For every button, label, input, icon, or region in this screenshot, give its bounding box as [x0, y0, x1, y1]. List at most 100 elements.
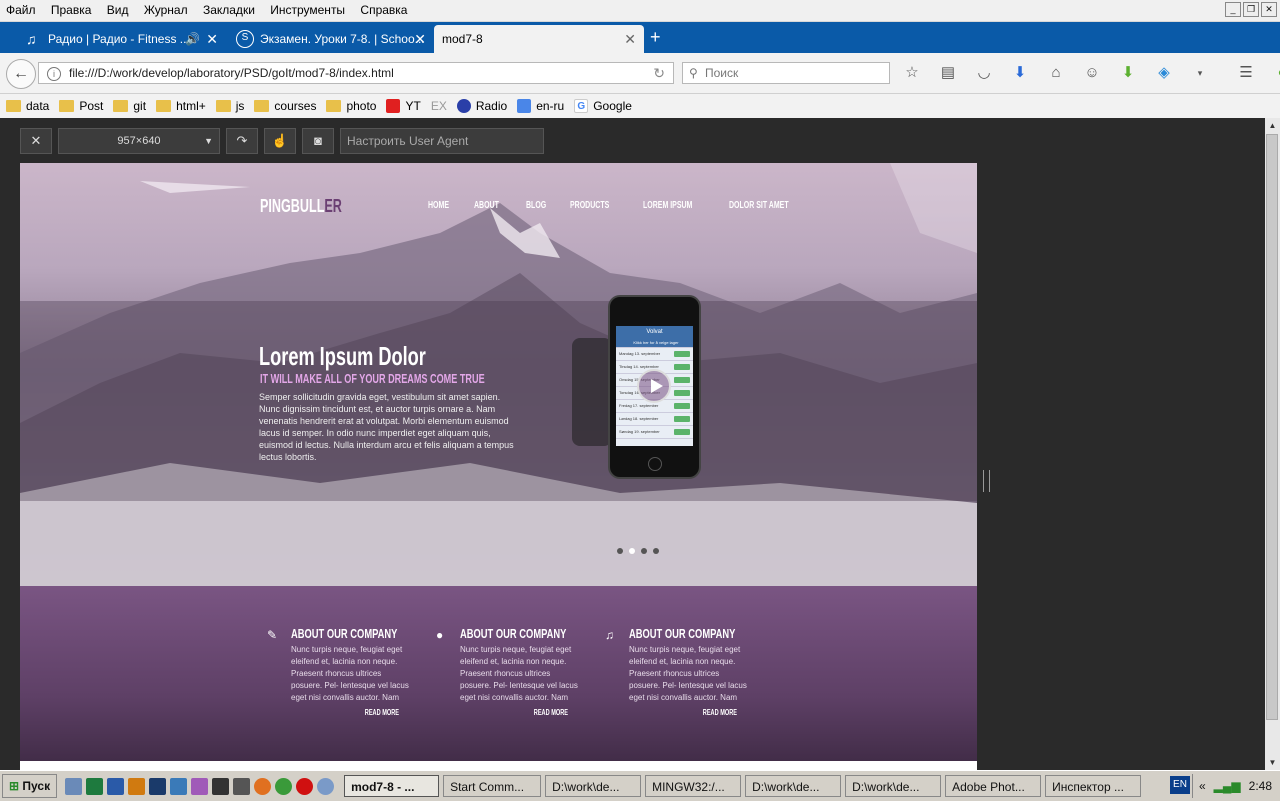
excel-icon[interactable]: [86, 777, 104, 795]
cmd-icon[interactable]: [212, 777, 230, 795]
scroll-up-icon[interactable]: ▲: [1265, 118, 1280, 133]
smiley-icon[interactable]: ☺: [1080, 62, 1104, 84]
menu-bookmarks[interactable]: Закладки: [197, 0, 261, 20]
vertical-scrollbar[interactable]: ▲ ▼: [1265, 118, 1280, 770]
bookmark-yt[interactable]: YT: [386, 99, 421, 113]
scrollbar-thumb[interactable]: [1266, 134, 1278, 720]
task-firefox[interactable]: mod7-8 - ...: [344, 775, 440, 797]
reload-icon[interactable]: ↻: [653, 63, 665, 83]
site-bottom-strip: [20, 761, 977, 770]
slider-dot-active[interactable]: [629, 548, 635, 554]
download-icon[interactable]: ⬇: [1008, 62, 1032, 84]
slider-dot[interactable]: [641, 548, 647, 554]
bookmark-courses[interactable]: courses: [254, 99, 316, 113]
status-icon[interactable]: ●: [1270, 62, 1280, 84]
close-tab-icon[interactable]: ✕: [414, 31, 426, 48]
network-icon[interactable]: [317, 777, 335, 795]
speaker-icon[interactable]: 🔊: [185, 32, 200, 46]
close-tab-icon[interactable]: ✕: [206, 31, 218, 48]
bookmark-post[interactable]: Post: [59, 99, 103, 113]
back-button[interactable]: ←: [6, 59, 36, 89]
nav-lorem-ipsum[interactable]: LOREM IPSUM: [643, 200, 692, 211]
task-photoshop[interactable]: Adobe Phot...: [945, 775, 1042, 797]
user-agent-input[interactable]: Настроить User Agent: [340, 128, 544, 154]
pocket-icon[interactable]: ◡: [972, 62, 996, 84]
bookmark-git[interactable]: git: [113, 99, 146, 113]
resize-handle[interactable]: [983, 470, 990, 492]
git-icon[interactable]: [191, 777, 209, 795]
photoshop-icon[interactable]: [149, 777, 167, 795]
info-icon[interactable]: i: [47, 67, 61, 81]
desktop-icon[interactable]: [65, 777, 83, 795]
close-window-icon[interactable]: ✕: [1261, 2, 1277, 17]
close-tab-icon[interactable]: ✕: [624, 31, 636, 48]
chrome-icon[interactable]: [275, 777, 293, 795]
bookmark-html[interactable]: html+: [156, 99, 206, 113]
python-icon[interactable]: [170, 777, 188, 795]
slider-dot[interactable]: [617, 548, 623, 554]
menu-history[interactable]: Журнал: [138, 0, 194, 20]
menu-view[interactable]: Вид: [101, 0, 135, 20]
nav-home[interactable]: HOME: [428, 200, 449, 211]
nav-about[interactable]: ABOUT: [474, 200, 499, 211]
illustrator-icon[interactable]: [128, 777, 146, 795]
read-more-link[interactable]: READ MORE: [492, 708, 568, 717]
bookmark-star-icon[interactable]: ☆: [900, 62, 924, 84]
dropdown-icon[interactable]: ▾: [1188, 62, 1212, 84]
bookmark-photo[interactable]: photo: [326, 99, 376, 113]
bookmark-ex[interactable]: EX: [431, 99, 447, 113]
tab-radio[interactable]: ♫ Радио | Радио - Fitness ... 🔊 ✕: [18, 25, 226, 53]
new-tab-button[interactable]: +: [650, 27, 661, 48]
task-explorer[interactable]: D:\work\de...: [745, 775, 842, 797]
home-icon[interactable]: ⌂: [1044, 62, 1068, 84]
slider-dot[interactable]: [653, 548, 659, 554]
viewport-size-select[interactable]: 957×640 ▼: [58, 128, 220, 154]
console-icon[interactable]: [233, 777, 251, 795]
extension-icon[interactable]: ◈: [1152, 62, 1176, 84]
menu-help[interactable]: Справка: [354, 0, 413, 20]
menu-file[interactable]: Файл: [0, 0, 42, 20]
minimize-icon[interactable]: _: [1225, 2, 1241, 17]
restore-icon[interactable]: ❐: [1243, 2, 1259, 17]
read-more-link[interactable]: READ MORE: [323, 708, 399, 717]
hamburger-menu-icon[interactable]: ☰: [1234, 62, 1258, 84]
firefox-icon[interactable]: [254, 777, 272, 795]
read-more-link[interactable]: READ MORE: [661, 708, 737, 717]
opera-icon[interactable]: [296, 777, 314, 795]
scroll-down-icon[interactable]: ▼: [1265, 755, 1280, 770]
language-indicator[interactable]: EN: [1170, 776, 1190, 794]
screenshot-button[interactable]: ◙: [302, 128, 334, 154]
url-bar[interactable]: i file:///D:/work/develop/laboratory/PSD…: [38, 62, 674, 84]
search-input[interactable]: ⚲ Поиск: [682, 62, 890, 84]
window-controls: _ ❐ ✕: [1225, 2, 1277, 17]
task-explorer[interactable]: D:\work\de...: [545, 775, 642, 797]
tab-mod7-8[interactable]: mod7-8 ✕: [434, 25, 644, 53]
network-signal-icon[interactable]: ▂▄▆: [1214, 779, 1241, 793]
task-start-comm[interactable]: Start Comm...: [443, 775, 542, 797]
clock[interactable]: 2:48: [1249, 779, 1272, 793]
menu-edit[interactable]: Правка: [45, 0, 98, 20]
clipboard-icon[interactable]: ▤: [936, 62, 960, 84]
bookmark-en-ru[interactable]: en-ru: [517, 99, 564, 113]
bookmark-radio[interactable]: Radio: [456, 99, 507, 113]
nav-products[interactable]: PRODUCTS: [570, 200, 609, 211]
nav-dolor-sit-amet[interactable]: DOLOR SIT AMET: [729, 200, 789, 211]
bookmark-google[interactable]: G Google: [574, 99, 632, 113]
touch-button[interactable]: ☝: [264, 128, 296, 154]
rotate-button[interactable]: ↷: [226, 128, 258, 154]
tab-exam[interactable]: S Экзамен. Уроки 7-8. | Schoo... ✕: [228, 25, 434, 53]
start-button[interactable]: ⊞ Пуск: [2, 774, 58, 798]
play-icon[interactable]: [637, 369, 671, 403]
bookmark-js[interactable]: js: [215, 99, 244, 113]
task-explorer[interactable]: D:\work\de...: [845, 775, 942, 797]
download-green-icon[interactable]: ⬇: [1116, 62, 1140, 84]
menu-tools[interactable]: Инструменты: [264, 0, 351, 20]
word-icon[interactable]: [107, 777, 125, 795]
site-logo[interactable]: PINGBULLER: [260, 196, 342, 217]
bookmark-data[interactable]: data: [6, 99, 49, 113]
task-mingw[interactable]: MINGW32:/...: [645, 775, 742, 797]
nav-blog[interactable]: BLOG: [526, 200, 546, 211]
close-rdm-button[interactable]: ✕: [20, 128, 52, 154]
tray-expand-icon[interactable]: «: [1199, 779, 1206, 793]
task-inspector[interactable]: Инспектор ...: [1045, 775, 1142, 797]
